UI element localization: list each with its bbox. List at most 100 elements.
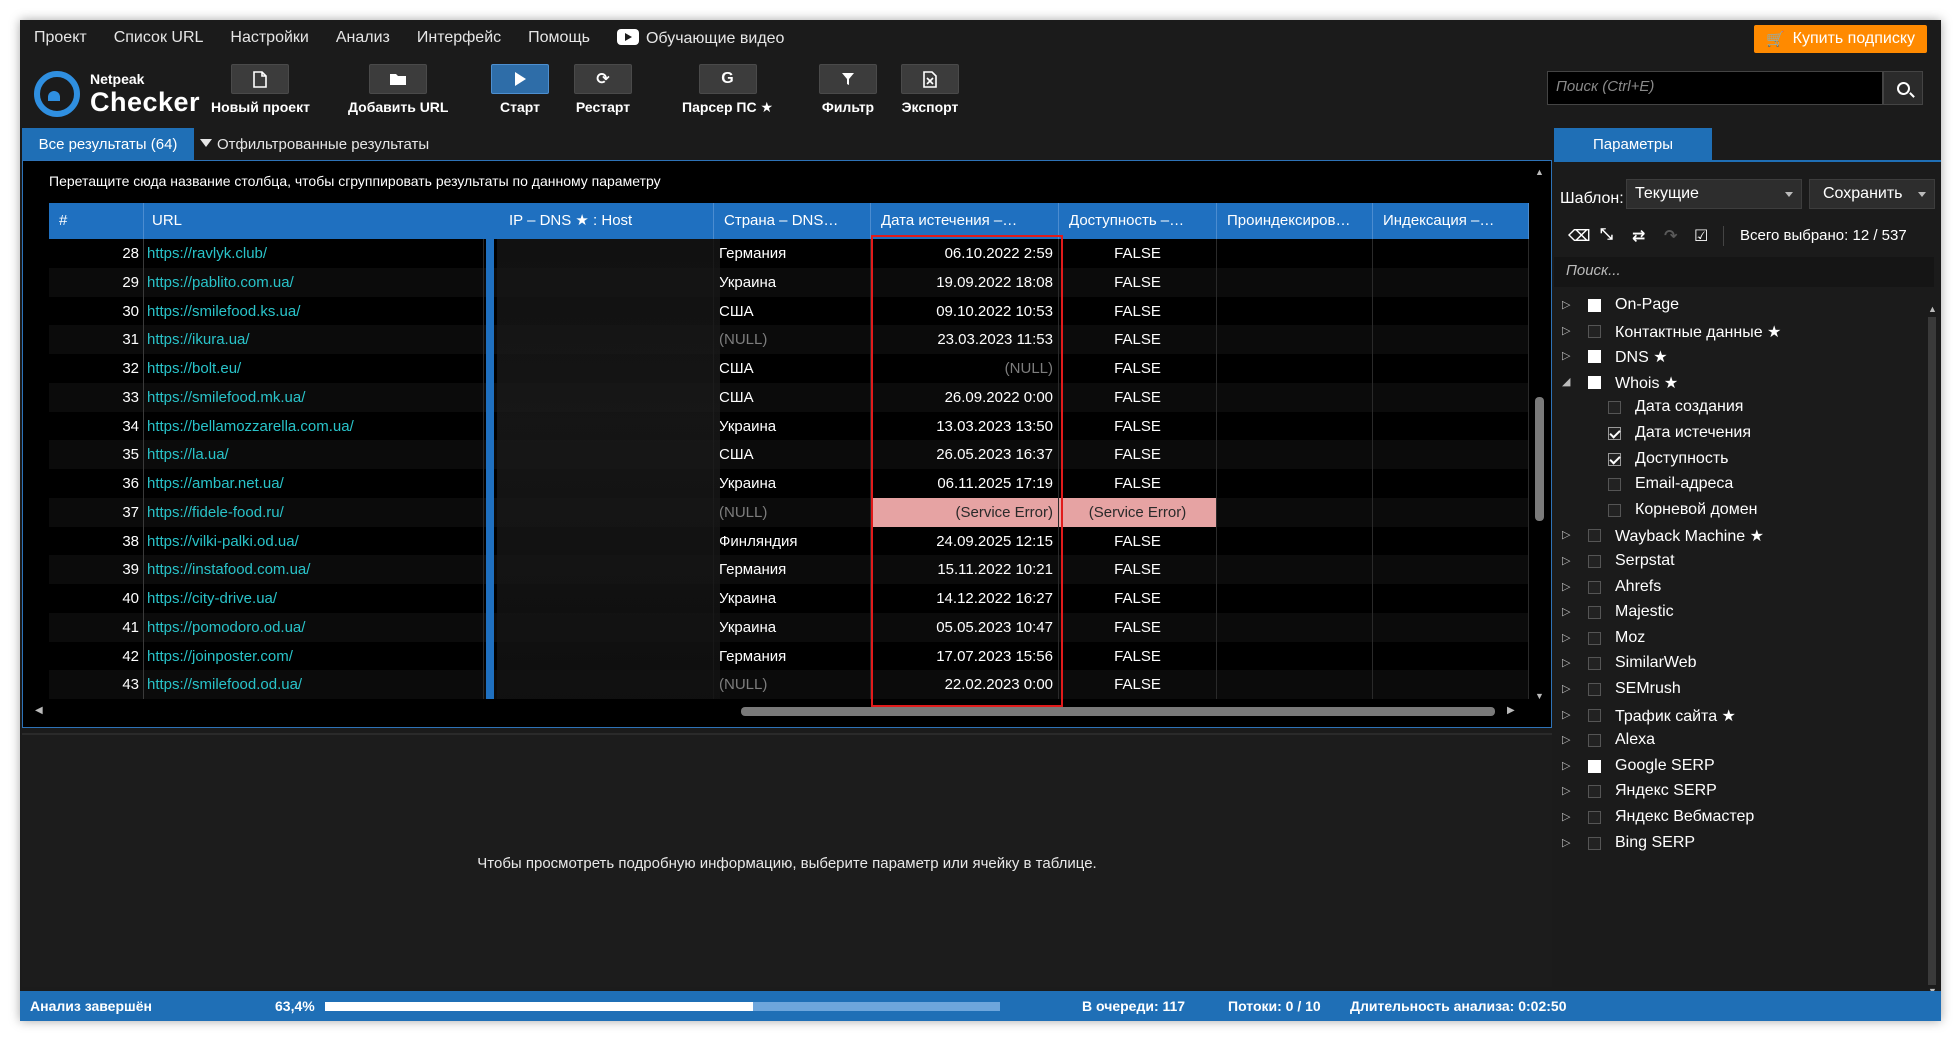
tab-filtered-results[interactable]: Отфильтрованные результаты [200,128,429,160]
availability-cell[interactable]: FALSE [1059,354,1217,383]
row-number[interactable]: 28 [49,239,144,268]
parameter-checkbox[interactable] [1588,734,1601,748]
indexing-cell[interactable] [1373,440,1529,470]
country-cell[interactable]: Украина [714,411,871,441]
menu-project[interactable]: Проект [34,29,87,47]
parameter-checkbox[interactable] [1588,324,1601,338]
expand-arrow-icon[interactable]: ▷ [1562,528,1570,541]
scroll-left-arrow[interactable]: ◀ [35,705,43,716]
parameter-checkbox[interactable] [1608,478,1621,492]
restart-button[interactable]: ⟳ Рестарт [574,64,632,115]
collapse-icon[interactable]: ⤡ [1600,226,1613,244]
table-row[interactable]: 28 https://ravlyk.club/Германия 06.10.2022… [49,239,1529,268]
indexing-cell[interactable] [1373,382,1529,412]
check-all-icon[interactable]: ☑ [1694,226,1708,246]
parameter-checkbox[interactable] [1608,452,1621,466]
indexing-cell[interactable] [1373,325,1529,355]
column-header-country[interactable]: Страна – DNS… [714,203,871,239]
row-number[interactable]: 30 [49,296,144,326]
parameter-checkbox[interactable] [1588,529,1601,543]
indexed-cell[interactable] [1217,382,1373,412]
menu-settings[interactable]: Настройки [230,29,308,47]
parameter-checkbox[interactable] [1588,580,1601,594]
tab-all-results[interactable]: Все результаты (64) [22,128,194,160]
parameter-checkbox[interactable] [1588,759,1601,773]
export-button[interactable]: Экспорт [901,64,959,115]
expand-arrow-icon[interactable]: ▷ [1562,708,1570,721]
expand-arrow-icon[interactable]: ▷ [1562,349,1570,362]
menu-interface[interactable]: Интерфейс [417,29,501,47]
indexed-cell[interactable] [1217,354,1373,383]
table-row[interactable]: 33 https://smilefood.mk.ua/США 26.09.2022 … [49,382,1529,412]
scroll-down-arrow[interactable]: ▼ [1535,691,1544,701]
url-cell[interactable]: https://smilefood.ks.ua/ [144,296,484,326]
parameter-checkbox[interactable] [1588,299,1601,312]
indexed-cell[interactable] [1217,670,1373,699]
parameters-search-input[interactable]: Поиск... [1554,257,1934,287]
table-row[interactable]: 32 https://bolt.eu/США (NULL) FALSE [49,354,1529,383]
parameter-checkbox[interactable] [1588,708,1601,722]
row-number[interactable]: 42 [49,641,144,671]
parameter-checkbox[interactable] [1608,401,1621,415]
parameter-checkbox[interactable] [1588,631,1601,645]
parameter-checkbox[interactable] [1588,683,1601,696]
country-cell[interactable]: Украина [714,469,871,498]
indexed-cell[interactable] [1217,296,1373,326]
availability-cell[interactable]: FALSE [1059,612,1217,642]
row-number[interactable]: 32 [49,354,144,383]
availability-cell[interactable]: FALSE [1059,584,1217,613]
indexed-cell[interactable] [1217,440,1373,470]
row-number[interactable]: 29 [49,267,144,297]
parameter-checkbox[interactable] [1588,375,1601,389]
template-select[interactable]: Текущие [1626,179,1802,209]
new-project-button[interactable]: Новый проект [211,64,310,115]
menu-url-list[interactable]: Список URL [114,29,204,47]
parameter-checkbox[interactable] [1608,503,1621,517]
indexed-cell[interactable] [1217,526,1373,556]
parameter-checkbox[interactable] [1588,811,1601,824]
row-number[interactable]: 38 [49,526,144,556]
add-url-button[interactable]: Добавить URL [348,64,448,115]
parameter-checkbox[interactable] [1588,555,1601,568]
parameter-checkbox[interactable] [1588,836,1601,850]
availability-cell[interactable]: FALSE [1059,555,1217,585]
search-button[interactable] [1883,71,1923,105]
menu-help[interactable]: Помощь [528,29,590,47]
country-cell[interactable]: США [714,382,871,412]
indexing-cell[interactable] [1373,267,1529,297]
table-row[interactable]: 38 https://vilki-palki.od.ua/Финляндия 24.… [49,526,1529,556]
country-cell[interactable]: Финляндия [714,526,871,556]
indexing-cell[interactable] [1373,584,1529,613]
country-cell[interactable]: Германия [714,641,871,671]
expand-arrow-icon[interactable]: ▷ [1562,554,1570,567]
availability-cell[interactable]: FALSE [1059,670,1217,699]
scroll-right-arrow[interactable]: ▶ [1507,705,1515,716]
indexed-cell[interactable] [1217,267,1373,297]
expand-arrow-icon[interactable]: ▷ [1562,733,1570,746]
column-header-expiry-date[interactable]: Дата истечения –… [871,203,1059,239]
parameter-checkbox[interactable] [1588,785,1601,799]
availability-cell[interactable]: FALSE [1059,239,1217,268]
indexed-cell[interactable] [1217,325,1373,355]
menu-analysis[interactable]: Анализ [336,29,390,47]
table-row[interactable]: 35 https://la.ua/США 26.05.2023 16:37 FALSE [49,440,1529,470]
url-cell[interactable]: https://pomodoro.od.ua/ [144,612,484,642]
url-cell[interactable]: https://fidele-food.ru/ [144,497,484,527]
tab-parameters[interactable]: Параметры [1554,128,1712,160]
url-cell[interactable]: https://ravlyk.club/ [144,239,484,268]
expand-arrow-icon[interactable]: ▷ [1562,298,1570,311]
swap-icon[interactable]: ⇄ [1632,226,1645,246]
availability-cell[interactable]: FALSE [1059,469,1217,498]
availability-cell[interactable]: FALSE [1059,296,1217,326]
start-button[interactable]: Старт [491,64,549,115]
row-number[interactable]: 41 [49,612,144,642]
horizontal-scrollbar[interactable] [741,707,1495,716]
availability-cell[interactable]: FALSE [1059,526,1217,556]
indexed-cell[interactable] [1217,469,1373,498]
parameter-checkbox[interactable] [1588,657,1601,671]
indexing-cell[interactable] [1373,555,1529,585]
table-row[interactable]: 31 https://ikura.ua/(NULL) 23.03.2023 11:5… [49,325,1529,355]
country-cell[interactable]: Украина [714,267,871,297]
table-row[interactable]: 43 https://smilefood.od.ua/(NULL) 22.02.20… [49,670,1529,699]
eraser-icon[interactable]: ⌫ [1568,226,1591,246]
